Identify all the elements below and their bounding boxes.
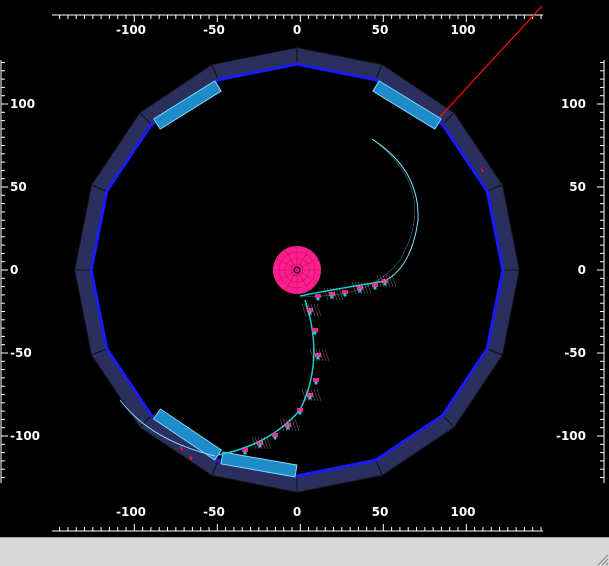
- right-tick-label: -100: [556, 429, 586, 443]
- segment-node: [308, 396, 312, 400]
- left-tick-label: 0: [10, 263, 18, 277]
- detector-module: [296, 46, 383, 81]
- bottom-tick-label: 50: [372, 505, 389, 519]
- red-markers: [180, 167, 484, 460]
- hit-marker: [372, 283, 378, 287]
- segment-node: [298, 411, 302, 415]
- top-tick-label: 0: [293, 23, 301, 37]
- right-tick-label: 50: [569, 180, 586, 194]
- hit-marker: [297, 408, 303, 412]
- detector-module: [296, 459, 383, 494]
- tracks: [119, 138, 419, 457]
- top-tick-label: -100: [116, 23, 146, 37]
- status-bar: [0, 537, 609, 566]
- segment-node: [258, 444, 262, 448]
- resize-grip-icon[interactable]: [595, 552, 609, 566]
- hit-marker: [313, 378, 319, 382]
- left-tick-label: -100: [10, 429, 40, 443]
- hit-marker: [342, 290, 348, 294]
- right-tick-label: -50: [564, 346, 586, 360]
- detector-module: [375, 414, 456, 477]
- top-tick-label: -50: [203, 23, 225, 37]
- vertex-marker: [273, 246, 321, 294]
- segment-node: [308, 311, 312, 315]
- segment-node: [358, 289, 362, 293]
- segment-node: [313, 331, 317, 335]
- segment-node: [286, 426, 290, 430]
- segment-node: [316, 297, 320, 301]
- left-tick-label: 100: [10, 97, 35, 111]
- segment-node: [314, 381, 318, 385]
- bottom-tick-label: 100: [450, 505, 475, 519]
- detector-module: [486, 184, 521, 271]
- detector-module: [90, 111, 153, 192]
- detector-module: [73, 184, 108, 271]
- segment-node: [243, 451, 247, 455]
- hit-marker: [312, 328, 318, 332]
- segment-node: [316, 356, 320, 360]
- bottom-tick-label: 0: [293, 505, 301, 519]
- left-tick-label: -50: [10, 346, 32, 360]
- top-tick-label: 100: [450, 23, 475, 37]
- bottom-tick-label: -50: [203, 505, 225, 519]
- detector-module: [211, 46, 298, 81]
- detector-module: [441, 348, 504, 429]
- event-display-canvas[interactable]: -100 -50 0 50 100 -100 -50 0 50 100 100 …: [0, 0, 609, 537]
- detector-module: [441, 111, 504, 192]
- segment-node: [383, 282, 387, 286]
- bottom-tick-label: -100: [116, 505, 146, 519]
- detector-module: [90, 348, 153, 429]
- top-tick-label: 50: [372, 23, 389, 37]
- segment-node: [273, 436, 277, 440]
- right-tick-label: 0: [578, 263, 586, 277]
- hit-marker: [272, 433, 278, 437]
- event-display-viewport[interactable]: -100 -50 0 50 100 -100 -50 0 50 100 100 …: [0, 0, 609, 537]
- segment-node: [343, 293, 347, 297]
- left-tick-label: 50: [10, 180, 27, 194]
- detector-module: [486, 269, 521, 356]
- detector-module: [73, 269, 108, 356]
- segment-node: [373, 286, 377, 290]
- segment-node: [330, 295, 334, 299]
- hit-marker: [242, 448, 248, 452]
- track-segment: [217, 299, 315, 456]
- hit-marker: [315, 294, 321, 298]
- right-tick-label: 100: [561, 97, 586, 111]
